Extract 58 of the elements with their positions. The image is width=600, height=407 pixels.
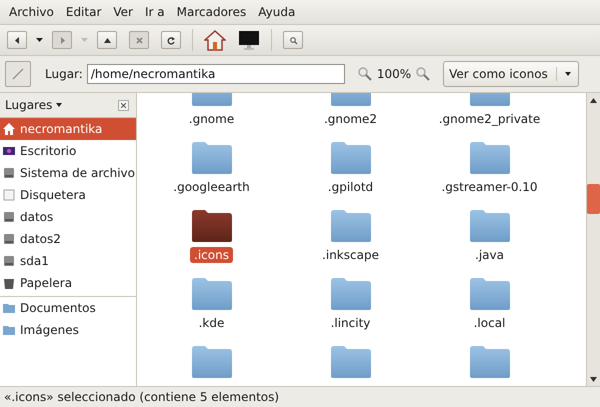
file-name[interactable]: .inkscape <box>318 247 383 263</box>
menu-item[interactable]: Ayuda <box>252 5 302 19</box>
file-name[interactable]: .icons <box>190 247 233 263</box>
places-dropdown[interactable]: Lugares <box>5 98 52 112</box>
scrollbar[interactable] <box>586 93 600 386</box>
view-dropdown[interactable]: Ver como iconos <box>443 61 579 87</box>
menu-item[interactable]: Archivo <box>3 5 60 19</box>
sidebar-item[interactable]: Imágenes <box>0 319 136 341</box>
file-name[interactable]: .kde <box>194 315 228 331</box>
caret-icon[interactable] <box>56 103 62 107</box>
close-icon[interactable] <box>118 100 129 110</box>
sidebar-item[interactable]: Documentos <box>0 297 136 319</box>
status-text: «.icons» seleccionado (contiene 5 elementos) <box>4 390 280 404</box>
folder-icon[interactable] <box>190 209 232 243</box>
file-name[interactable]: .gnome <box>184 111 238 127</box>
house-icon <box>3 123 15 135</box>
file-name[interactable]: .gpilotd <box>324 179 378 195</box>
search-icon[interactable] <box>283 31 303 49</box>
zoom-out-icon[interactable] <box>356 66 373 82</box>
file-name[interactable]: .gnome2_private <box>434 111 544 127</box>
drive-icon <box>3 255 15 267</box>
menu-item[interactable]: Editar <box>60 5 108 19</box>
scrollbar-thumb[interactable] <box>587 184 600 214</box>
trash-icon <box>3 277 15 289</box>
sidebar-item[interactable]: datos <box>0 206 136 228</box>
zoom-level: 100% <box>376 67 412 81</box>
location-field[interactable]: /home/necromantika <box>86 64 345 84</box>
menu-item[interactable]: Marcadores <box>170 5 252 19</box>
sidebar-item[interactable]: sda1 <box>0 250 136 272</box>
folder-icon <box>3 324 15 336</box>
file-name[interactable]: .lincity <box>326 315 374 331</box>
floppy-icon <box>3 189 15 201</box>
drive-icon <box>3 233 15 245</box>
pencil-icon[interactable] <box>12 68 24 80</box>
sidebar-item[interactable]: necromantika <box>0 118 136 140</box>
dropdown-arrow-icon[interactable] <box>36 38 43 42</box>
monitor-icon[interactable] <box>238 29 260 51</box>
reload-icon[interactable] <box>161 31 181 49</box>
menu-item[interactable]: Ir a <box>138 5 171 19</box>
house-icon[interactable] <box>204 29 226 51</box>
sidebar-item[interactable]: datos2 <box>0 228 136 250</box>
sidebar-item[interactable]: Papelera <box>0 272 136 294</box>
menu-item[interactable]: Ver <box>107 5 139 19</box>
sidebar-item[interactable]: Disquetera <box>0 184 136 206</box>
drive-icon <box>3 167 15 179</box>
zoom-in-icon[interactable] <box>415 66 432 82</box>
file-name[interactable]: .gstreamer-0.10 <box>437 179 542 195</box>
desktop-icon <box>3 145 15 157</box>
caret-icon[interactable] <box>564 72 571 76</box>
sidebar-item[interactable]: Sistema de archivo <box>0 162 136 184</box>
location-label: Lugar: <box>45 67 83 81</box>
drive-icon <box>3 211 15 223</box>
file-name[interactable]: .local <box>470 315 510 331</box>
folder-icon <box>3 302 15 314</box>
file-name[interactable]: .gnome2 <box>320 111 382 127</box>
file-name[interactable]: .java <box>471 247 508 263</box>
sidebar-item[interactable]: Escritorio <box>0 140 136 162</box>
file-name[interactable]: .googleearth <box>169 179 254 195</box>
